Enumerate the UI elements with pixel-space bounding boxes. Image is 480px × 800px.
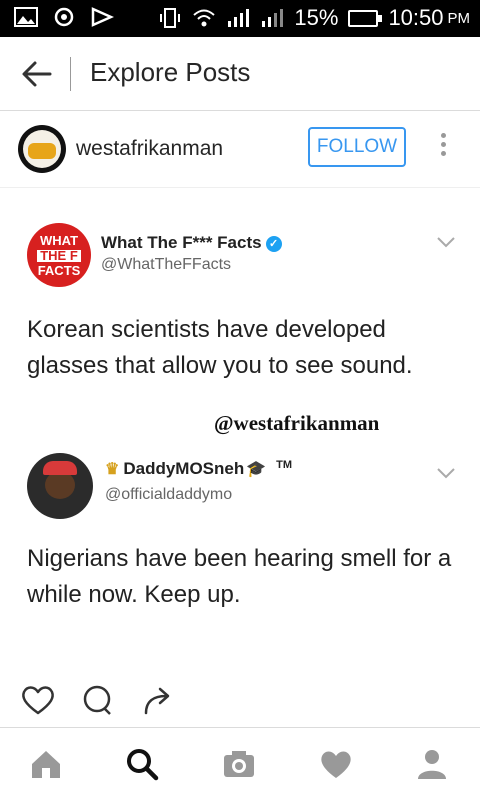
heart-icon[interactable]	[20, 683, 56, 717]
tweet-2-handle: @officialdaddymo	[105, 486, 233, 503]
profile-icon[interactable]	[414, 746, 450, 782]
tweet-1-display-name: What The F*** Facts ✓	[101, 233, 282, 253]
user-avatar[interactable]	[18, 125, 66, 173]
crown-icon: ♛	[105, 461, 120, 478]
graduation-cap-icon: 🎓	[246, 461, 267, 478]
page-title: Explore Posts	[90, 57, 251, 87]
chevron-down-icon	[437, 468, 455, 479]
chevron-down-icon	[437, 237, 455, 248]
clock-time: 10:50	[388, 5, 444, 30]
post-actions	[0, 673, 480, 728]
tweet-1-handle: @WhatTheFFacts	[101, 256, 232, 273]
gallery-icon	[14, 7, 38, 27]
app-bar: Explore Posts	[0, 37, 480, 111]
record-icon	[54, 7, 74, 27]
signal-2-icon	[262, 9, 284, 27]
bottom-tab-bar	[0, 728, 480, 800]
tweet-1-avatar: WHAT THE F FACTS	[27, 223, 91, 287]
activity-heart-icon[interactable]	[318, 746, 354, 782]
download-icon	[91, 7, 114, 27]
more-options-icon[interactable]	[436, 129, 450, 169]
vibrate-icon	[160, 8, 181, 28]
clock-ampm: PM	[447, 9, 471, 27]
tweet-1-text: Korean scientists have developed glasses…	[27, 316, 413, 379]
camera-icon[interactable]	[221, 746, 257, 782]
battery-icon	[348, 9, 383, 27]
comment-icon[interactable]	[80, 683, 116, 717]
home-icon[interactable]	[28, 746, 64, 782]
tweet-2-text: Nigerians have been hearing smell for a …	[27, 545, 452, 608]
username-link[interactable]: westafrikanman	[76, 137, 223, 161]
verified-icon: ✓	[265, 235, 282, 252]
watermark: @westafrikanman	[214, 411, 380, 435]
wifi-icon	[193, 9, 216, 27]
search-icon[interactable]	[124, 746, 160, 782]
tweet-2-display-name: ♛ DaddyMOSneh 🎓 TM	[105, 459, 293, 478]
follow-button[interactable]: FOLLOW	[308, 127, 406, 167]
battery-percent: 15%	[294, 5, 339, 30]
app-bar-divider	[70, 57, 71, 91]
status-bar: 15% 10:50 PM	[0, 0, 480, 37]
tweet-2-avatar	[27, 453, 93, 519]
share-icon[interactable]	[140, 683, 176, 717]
back-arrow-icon[interactable]	[20, 59, 54, 89]
post-header: westafrikanman FOLLOW	[0, 111, 480, 188]
signal-icon	[228, 9, 250, 27]
